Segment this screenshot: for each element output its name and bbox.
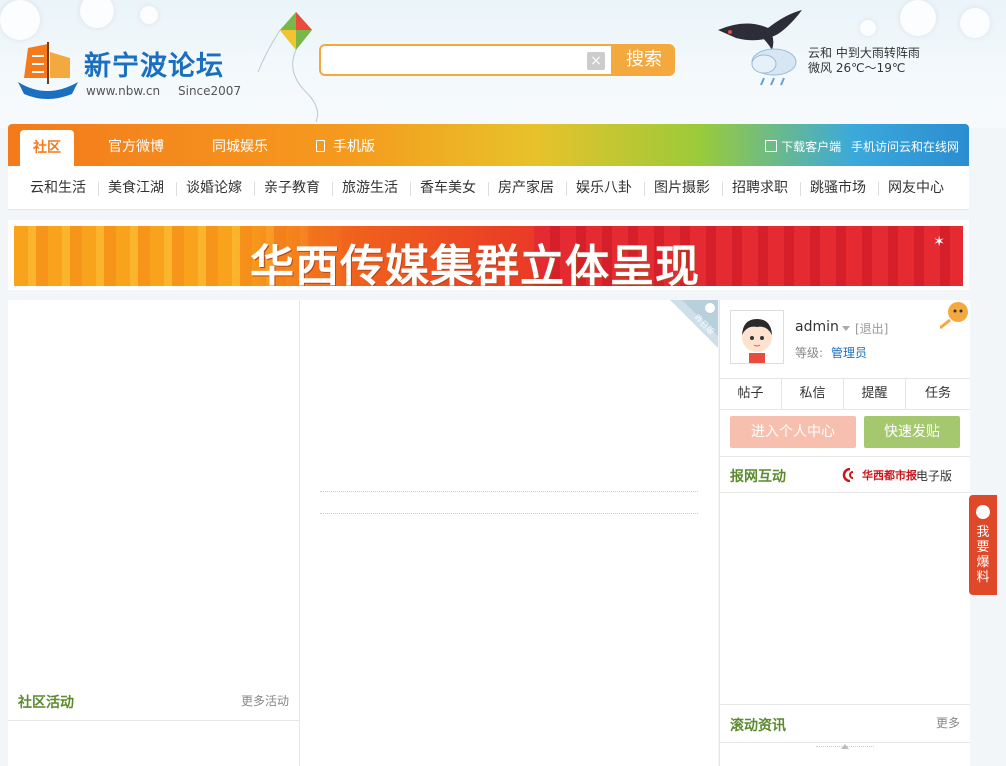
- chevron-up-icon[interactable]: [841, 744, 849, 749]
- category-item[interactable]: 香车美女: [420, 166, 476, 210]
- middle-column: 昨日版: [300, 300, 718, 766]
- banner-container: 华西传媒集群立体呈现 ✶: [8, 220, 969, 290]
- personal-center-button[interactable]: 进入个人中心: [730, 416, 856, 448]
- category-item[interactable]: 房产家居: [498, 166, 554, 210]
- divider: [254, 182, 255, 196]
- username[interactable]: admin: [795, 319, 839, 335]
- mascot-icon: [940, 302, 968, 330]
- category-item[interactable]: 娱乐八卦: [576, 166, 632, 210]
- rolling-news-more-link[interactable]: 更多: [936, 714, 960, 731]
- report-news-tab[interactable]: 我要爆料: [969, 495, 997, 595]
- avatar[interactable]: [730, 310, 784, 364]
- right-column: admin [退出] 等级: 管理员 帖子 私信 提醒 任务 进入个人中心 快速…: [719, 300, 970, 766]
- site-header: 新宁波论坛 www.nbw.cn Since2007 × 搜索 云和 中到大雨转…: [0, 0, 1006, 128]
- qr-code-icon: [765, 140, 778, 152]
- more-activities-link[interactable]: 更多活动: [241, 692, 289, 709]
- blossom-decoration: [960, 8, 990, 38]
- kite-icon: [257, 12, 319, 122]
- nav-right-links: 下载客户端 手机访问云和在线网: [765, 138, 959, 155]
- divider: [320, 491, 698, 492]
- rain-cloud-icon: [751, 48, 797, 86]
- tab-city-entertainment[interactable]: 同城娱乐: [212, 124, 268, 166]
- divider: [800, 182, 801, 196]
- tab-community[interactable]: 社区: [20, 130, 74, 166]
- tab-mobile[interactable]: 手机版: [316, 124, 375, 166]
- chevron-down-icon[interactable]: [842, 326, 850, 331]
- category-item[interactable]: 谈婚论嫁: [186, 166, 242, 210]
- report-news-label: 我要爆料: [976, 525, 990, 585]
- logo-url: www.nbw.cn: [86, 84, 161, 98]
- mobile-visit-link[interactable]: 手机访问云和在线网: [851, 140, 959, 154]
- weather-info: 云和 中到大雨转阵雨 微风 26℃～19℃: [808, 46, 920, 76]
- tab-mobile-label: 手机版: [333, 139, 375, 155]
- main-nav: 社区 官方微博 同城娱乐 手机版 下载客户端 手机访问云和在线网: [8, 124, 969, 166]
- tab-reminders[interactable]: 提醒: [844, 379, 906, 409]
- level-value[interactable]: 管理员: [831, 344, 867, 361]
- quick-post-button[interactable]: 快速发贴: [864, 416, 960, 448]
- ad-banner[interactable]: 华西传媒集群立体呈现 ✶: [14, 226, 963, 286]
- download-client-link[interactable]: 下载客户端: [781, 140, 841, 154]
- divider: [488, 182, 489, 196]
- tab-messages[interactable]: 私信: [782, 379, 844, 409]
- divider: [878, 182, 879, 196]
- search-input[interactable]: ×: [319, 44, 613, 76]
- blossom-decoration: [900, 0, 936, 36]
- category-item[interactable]: 美食江湖: [108, 166, 164, 210]
- divider: [720, 742, 970, 743]
- weather-line-2: 微风 26℃～19℃: [808, 61, 906, 75]
- community-activity-title: 社区活动: [18, 695, 74, 711]
- yesterday-edition-corner[interactable]: 昨日版: [670, 300, 718, 348]
- blossom-decoration: [860, 20, 876, 36]
- logo-title[interactable]: 新宁波论坛: [84, 44, 224, 83]
- category-item[interactable]: 亲子教育: [264, 166, 320, 210]
- divider: [176, 182, 177, 196]
- epaper-link[interactable]: 电子版: [916, 467, 952, 484]
- left-column: 社区活动 更多活动: [8, 300, 300, 766]
- weather-line-1: 云和 中到大雨转阵雨: [808, 46, 920, 60]
- phone-icon: [316, 140, 325, 152]
- search-button[interactable]: 搜索: [613, 44, 675, 76]
- divider: [720, 456, 970, 457]
- divider: [722, 182, 723, 196]
- category-item[interactable]: 招聘求职: [732, 166, 788, 210]
- divider: [720, 492, 970, 493]
- tab-posts[interactable]: 帖子: [720, 379, 782, 409]
- epaper-logo[interactable]: 华西都市报: [862, 467, 917, 483]
- divider: [332, 182, 333, 196]
- newspaper-logo-icon: [842, 468, 854, 482]
- news-interaction-title: 报网互动: [730, 469, 786, 485]
- banner-text: 华西传媒集群立体呈现: [250, 241, 700, 286]
- blossom-decoration: [80, 0, 114, 28]
- divider: [98, 182, 99, 196]
- ship-logo-icon[interactable]: [14, 38, 80, 100]
- logout-link[interactable]: [退出]: [855, 320, 888, 337]
- user-avatar-icon: [731, 311, 783, 363]
- user-tabs: 帖子 私信 提醒 任务: [720, 378, 970, 410]
- tab-tasks[interactable]: 任务: [906, 379, 970, 409]
- category-item[interactable]: 图片摄影: [654, 166, 710, 210]
- divider: [8, 720, 299, 721]
- clear-icon[interactable]: ×: [587, 52, 605, 70]
- tab-official-weibo[interactable]: 官方微博: [108, 124, 164, 166]
- level-label: 等级:: [795, 346, 824, 360]
- category-item[interactable]: 网友中心: [888, 166, 944, 210]
- category-item[interactable]: 旅游生活: [342, 166, 398, 210]
- blossom-decoration: [0, 0, 40, 40]
- divider: [410, 182, 411, 196]
- category-nav: 云和生活 美食江湖 谈婚论嫁 亲子教育 旅游生活 香车美女 房产家居 娱乐八卦 …: [8, 166, 969, 210]
- logo-since: Since2007: [178, 84, 242, 98]
- divider: [720, 704, 970, 705]
- divider: [320, 513, 698, 514]
- sparkle-icon: ✶: [933, 234, 945, 250]
- rolling-news-title: 滚动资讯: [730, 718, 786, 734]
- divider: [644, 182, 645, 196]
- category-item[interactable]: 云和生活: [30, 166, 86, 210]
- blossom-decoration: [140, 6, 158, 24]
- divider: [566, 182, 567, 196]
- megaphone-icon: [976, 505, 990, 519]
- category-item[interactable]: 跳骚市场: [810, 166, 866, 210]
